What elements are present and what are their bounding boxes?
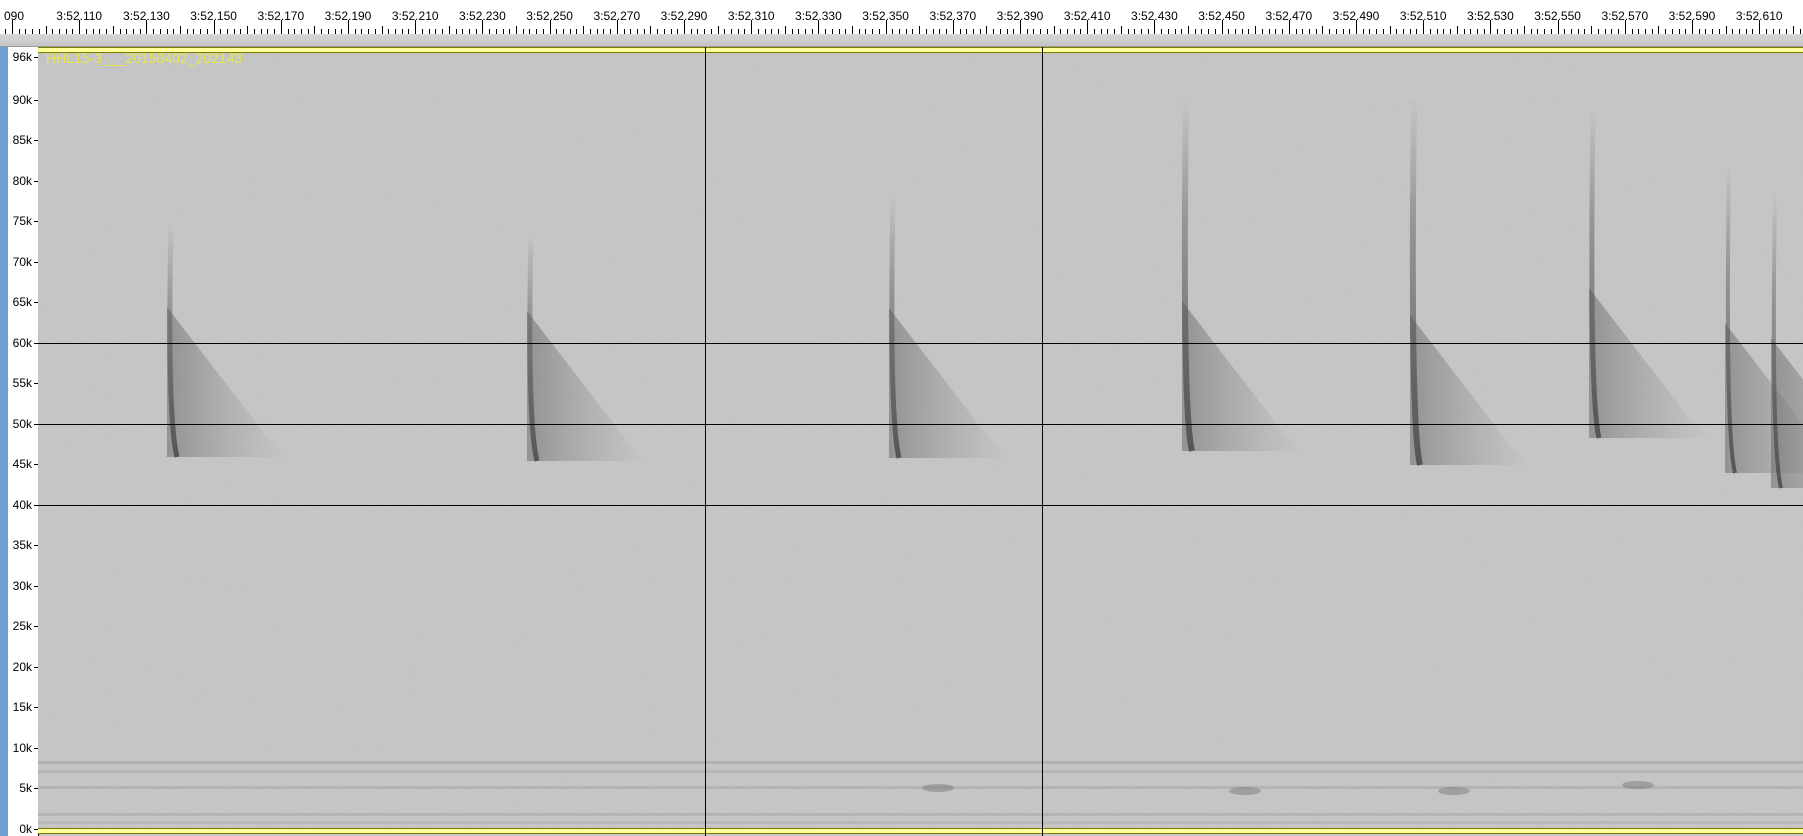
track-name-label: HHL15-3___20150402_202143 (46, 50, 243, 66)
track-bottom-border (38, 828, 1803, 834)
noise-band (38, 813, 1803, 816)
ruler-tick (1020, 20, 1021, 34)
ruler-tick (180, 26, 181, 34)
ruler-tick (953, 20, 954, 34)
ruler-tick (751, 20, 752, 34)
ruler-tick (12, 20, 13, 34)
ruler-tick (348, 20, 349, 34)
noise-band (38, 770, 1803, 773)
ruler-tick (986, 26, 987, 34)
ruler-tick (1423, 20, 1424, 34)
ruler-tick (1054, 26, 1055, 34)
ruler-tick (650, 26, 651, 34)
track-top-border (38, 47, 1803, 53)
frequency-label: 40k (12, 498, 32, 512)
frequency-label: 60k (12, 336, 32, 350)
ruler-tick (482, 20, 483, 34)
ruler-tick (1154, 20, 1155, 34)
ruler-tick (886, 20, 887, 34)
low-frequency-blip (1229, 787, 1261, 795)
ruler-tick (1390, 26, 1391, 34)
ruler-tick (583, 26, 584, 34)
ruler-tick (550, 20, 551, 34)
frequency-label: 96k (12, 50, 32, 64)
ruler-tick (146, 20, 147, 34)
frequency-label: 10k (12, 741, 32, 755)
ruler-tick (314, 26, 315, 34)
ruler-tick (818, 20, 819, 34)
ruler-tick (1625, 20, 1626, 34)
spectrogram[interactable] (38, 53, 1803, 829)
horizontal-guide-line (38, 343, 1803, 344)
frequency-label: 25k (12, 619, 32, 633)
ruler-time-label: 090 (3, 9, 25, 23)
clip-boundary-line[interactable] (705, 47, 706, 836)
ruler-tick (1558, 20, 1559, 34)
ruler-tick (617, 20, 618, 34)
frequency-label: 45k (12, 457, 32, 471)
ruler-tick (113, 26, 114, 34)
low-frequency-blip (922, 784, 954, 792)
horizontal-guide-line (38, 424, 1803, 425)
frequency-label: 70k (12, 255, 32, 269)
ruler-tick (1356, 20, 1357, 34)
ruler-tick (449, 26, 450, 34)
ruler-tick (1255, 26, 1256, 34)
ruler-tick (718, 26, 719, 34)
clip-boundary-line[interactable] (1042, 47, 1043, 836)
ruler-tick (1222, 20, 1223, 34)
frequency-label: 80k (12, 174, 32, 188)
ruler-tick (281, 20, 282, 34)
ruler-tick (1591, 26, 1592, 34)
noise-band (38, 761, 1803, 764)
noise-band (38, 821, 1803, 824)
frequency-label: 75k (12, 214, 32, 228)
frequency-label: 15k (12, 700, 32, 714)
ruler-tick (1658, 26, 1659, 34)
ruler-tick (79, 20, 80, 34)
ruler-tick (1726, 26, 1727, 34)
horizontal-guide-line (38, 505, 1803, 506)
ruler-tick (1289, 20, 1290, 34)
ruler-tick (1087, 20, 1088, 34)
frequency-label: 50k (12, 417, 32, 431)
ruler-tick (1524, 26, 1525, 34)
frequency-axis[interactable]: 96k 90k 85k 80k 75k 70k 65k 60k 55k 50k 45k 40k 35k 3… (0, 47, 39, 836)
frequency-label: 30k (12, 579, 32, 593)
frequency-label: 0k (19, 822, 32, 836)
ruler-tick (1188, 26, 1189, 34)
ruler-tick (1692, 20, 1693, 34)
ruler-tick (1121, 26, 1122, 34)
spectrogram-image (38, 53, 1803, 829)
ruler-tick (785, 26, 786, 34)
ruler-tick (1490, 20, 1491, 34)
ruler-tick (684, 20, 685, 34)
ruler-tick (516, 26, 517, 34)
frequency-label: 5k (19, 781, 32, 795)
ruler-edge (0, 34, 1803, 47)
noise-band (38, 786, 1803, 789)
ruler-tick (852, 26, 853, 34)
ruler-tick (1759, 20, 1760, 34)
frequency-label: 55k (12, 376, 32, 390)
low-frequency-blip (1438, 787, 1470, 795)
timeline-ruler[interactable]: 090 3:52.110 3:52.130 3:52.150 3:52.170 3:52.… (0, 0, 1803, 34)
frequency-label: 65k (12, 295, 32, 309)
ruler-tick (247, 26, 248, 34)
frequency-label: 85k (12, 133, 32, 147)
frequency-label: 35k (12, 538, 32, 552)
ruler-tick (1457, 26, 1458, 34)
low-frequency-blip (1622, 781, 1654, 789)
ruler-tick (382, 26, 383, 34)
ruler-tick (214, 20, 215, 34)
ruler-tick (46, 26, 47, 34)
ruler-tick (1322, 26, 1323, 34)
frequency-label: 90k (12, 93, 32, 107)
audio-track[interactable]: 96k 90k 85k 80k 75k 70k 65k 60k 55k 50k 45k 40k 35k 3… (0, 47, 1803, 836)
frequency-label: 20k (12, 660, 32, 674)
ruler-tick (415, 20, 416, 34)
frequency-axis-highlight (0, 47, 8, 836)
ruler-tick (1793, 26, 1794, 34)
ruler-tick (919, 26, 920, 34)
